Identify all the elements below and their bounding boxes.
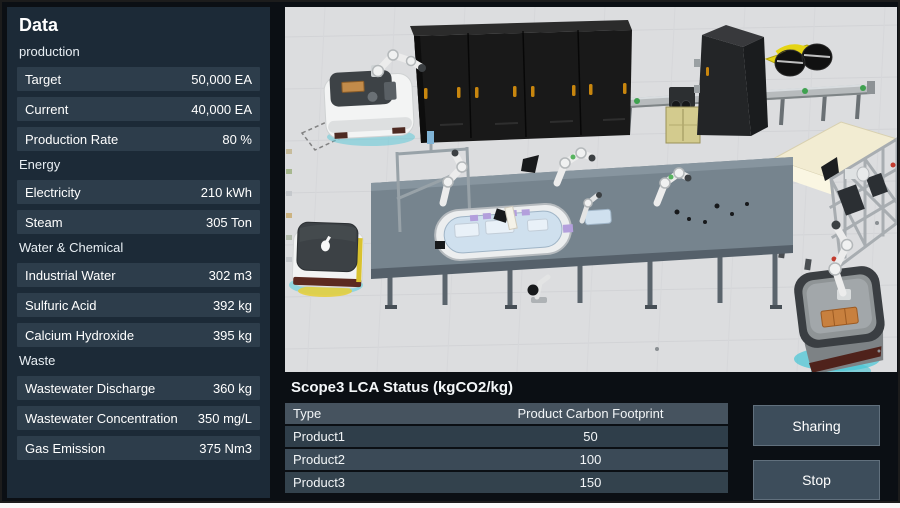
sidebar-title: Data [19, 15, 59, 35]
metric-row-wastewater-concentration: Wastewater Concentration 350 mg/L [17, 406, 260, 430]
column-header-type: Type [293, 406, 322, 421]
small-robot-unit [527, 274, 551, 303]
metric-row-electricity: Electricity 210 kWh [17, 180, 260, 204]
metric-value: 40,000 EA [191, 101, 252, 117]
section-header-energy: Energy [19, 157, 61, 172]
lca-table-row-product3: Product3 150 [285, 472, 728, 493]
cell-footprint: 50 [583, 429, 598, 444]
metric-label: Target [25, 71, 62, 87]
metric-row-wastewater-discharge: Wastewater Discharge 360 kg [17, 376, 260, 400]
section-header-waste: Waste [19, 353, 56, 368]
agv-robot-with-arm [323, 49, 426, 146]
cell-footprint: 150 [579, 475, 602, 490]
metric-value: 392 kg [212, 297, 252, 313]
lca-table-row-product1: Product1 50 [285, 426, 728, 447]
assembly-line-machine [371, 131, 793, 309]
metric-value: 395 kg [212, 327, 252, 343]
storage-cabinet-bank [410, 20, 632, 143]
cell-type: Product3 [293, 475, 346, 490]
metric-row-target: Target 50,000 EA [17, 67, 260, 91]
metric-label: Production Rate [25, 131, 119, 147]
lca-table-header-row: Type Product Carbon Footprint [285, 403, 728, 424]
coil-handling-machine [764, 43, 833, 77]
metric-value: 50,000 EA [191, 71, 252, 87]
metric-value: 350 mg/L [197, 410, 252, 426]
section-header-water-chemical: Water & Chemical [19, 240, 124, 255]
sharing-button[interactable]: Sharing [753, 405, 880, 446]
data-sidebar: Data production Target 50,000 EA Current… [7, 7, 270, 498]
metric-row-sulfuric-acid: Sulfuric Acid 392 kg [17, 293, 260, 317]
metric-row-gas-emission: Gas Emission 375 Nm3 [17, 436, 260, 460]
metric-label: Industrial Water [25, 267, 116, 283]
agv-robot-lidded [289, 221, 365, 297]
digital-twin-app-window: Data production Target 50,000 EA Current… [0, 0, 900, 503]
metric-label: Calcium Hydroxide [25, 327, 135, 343]
metric-value: 375 Nm3 [199, 440, 252, 456]
metric-row-industrial-water: Industrial Water 302 m3 [17, 263, 260, 287]
agv-robot-carrying-box [794, 220, 885, 372]
metric-label: Sulfuric Acid [25, 297, 97, 313]
3d-factory-viewport[interactable] [285, 7, 897, 372]
metric-label: Wastewater Concentration [25, 410, 178, 426]
lca-panel-title: Scope3 LCA Status (kgCO2/kg) [291, 379, 513, 396]
metric-label: Wastewater Discharge [25, 380, 156, 396]
lca-table: Type Product Carbon Footprint Product1 5… [285, 403, 728, 495]
cell-type: Product2 [293, 452, 346, 467]
storage-cabinet-single [694, 25, 768, 136]
screenshot-stage: Data production Target 50,000 EA Current… [0, 0, 900, 508]
column-header-footprint: Product Carbon Footprint [517, 406, 664, 421]
supply-cabinet [665, 87, 701, 144]
metric-label: Gas Emission [25, 440, 106, 456]
metric-label: Steam [25, 214, 63, 230]
metric-value: 302 m3 [208, 267, 252, 283]
section-header-production: production [19, 44, 80, 59]
metric-label: Current [25, 101, 69, 117]
metric-row-steam: Steam 305 Ton [17, 210, 260, 234]
stop-button[interactable]: Stop [753, 460, 880, 500]
lca-table-row-product2: Product2 100 [285, 449, 728, 470]
metric-value: 305 Ton [205, 214, 252, 230]
metric-row-calcium-hydroxide: Calcium Hydroxide 395 kg [17, 323, 260, 347]
cell-footprint: 100 [579, 452, 602, 467]
cell-type: Product1 [293, 429, 346, 444]
metric-value: 80 % [222, 131, 252, 147]
metric-label: Electricity [25, 184, 81, 200]
metric-row-current: Current 40,000 EA [17, 97, 260, 121]
metric-value: 360 kg [212, 380, 252, 396]
metric-row-production-rate: Production Rate 80 % [17, 127, 260, 151]
metric-value: 210 kWh [200, 184, 252, 200]
